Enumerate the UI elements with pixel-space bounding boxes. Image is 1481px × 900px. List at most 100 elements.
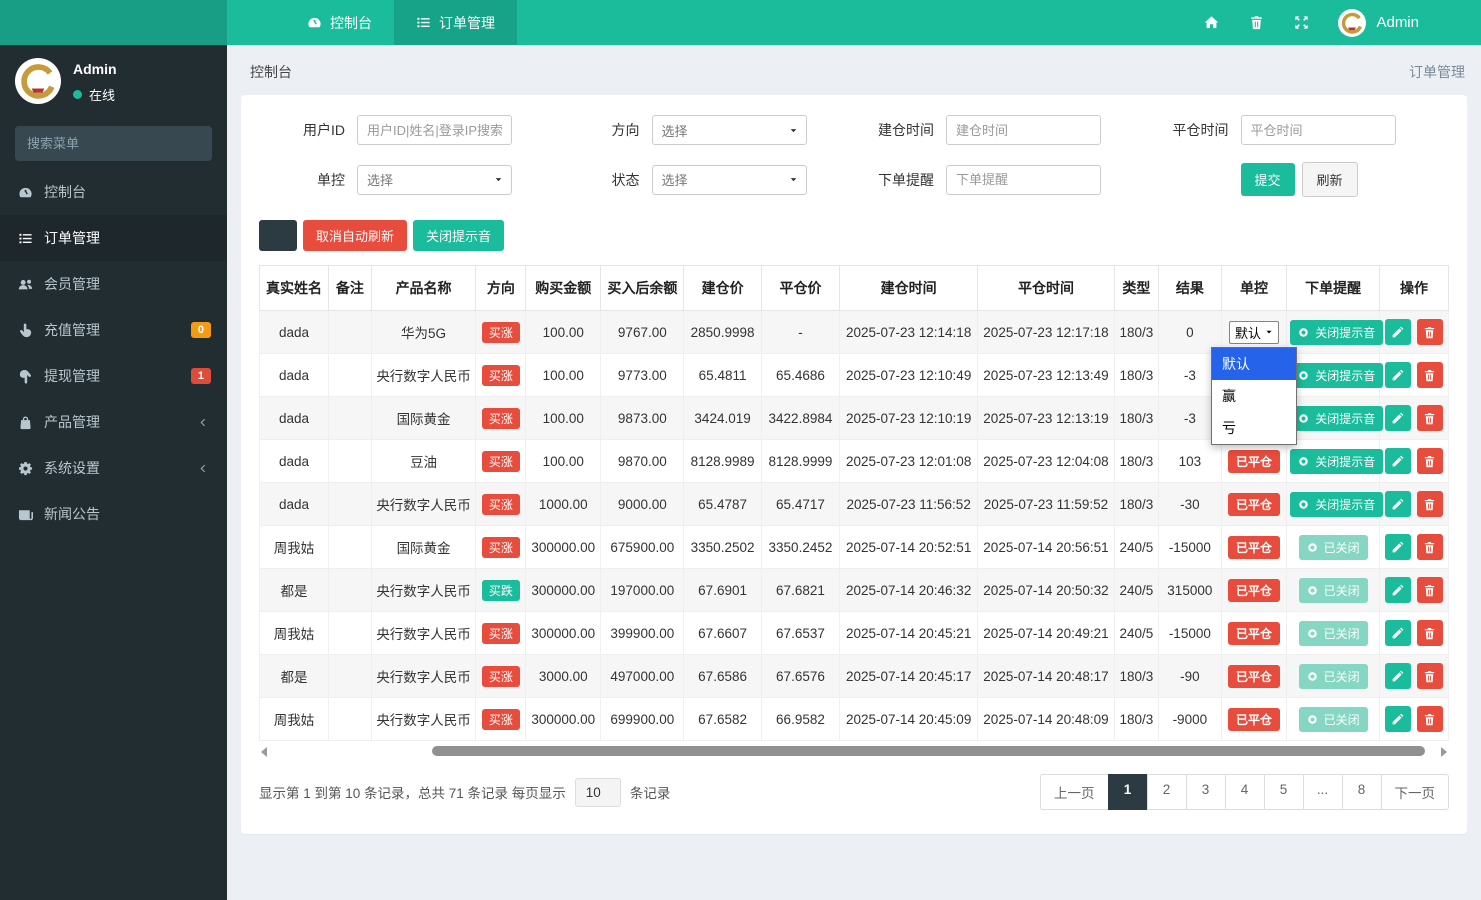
trash-button[interactable] — [1234, 15, 1279, 30]
user-avatar[interactable] — [1338, 9, 1366, 37]
navbar-username[interactable]: Admin — [1376, 14, 1419, 31]
reminder-button[interactable]: 关闭提示音 — [1290, 406, 1383, 431]
dropdown-option[interactable]: 亏 — [1212, 412, 1296, 444]
ring-icon — [1307, 585, 1318, 596]
home-button[interactable] — [1189, 15, 1234, 30]
filter-input[interactable] — [1241, 115, 1396, 145]
filter-select[interactable]: 选择 — [357, 165, 512, 195]
submit-button[interactable]: 提交 — [1241, 163, 1295, 196]
cell-amount: 100.00 — [526, 354, 601, 397]
reminder-button[interactable]: 已关闭 — [1299, 664, 1368, 689]
page-1[interactable]: 1 — [1108, 774, 1148, 810]
direction-badge: 买涨 — [482, 537, 520, 558]
navbar-tab[interactable]: 订单管理 — [394, 0, 517, 45]
breadcrumb[interactable]: 控制台 — [243, 62, 292, 82]
delete-button[interactable] — [1417, 491, 1443, 517]
dropdown-option[interactable]: 赢 — [1212, 380, 1296, 412]
navbar-tab[interactable]: 控制台 — [285, 0, 394, 45]
trash-icon — [1423, 670, 1436, 683]
sidebar-item-订单管理[interactable]: 订单管理 — [0, 215, 227, 261]
control-select[interactable]: 默认 — [1229, 321, 1279, 344]
delete-button[interactable] — [1417, 706, 1443, 732]
reminder-button[interactable]: 关闭提示音 — [1290, 492, 1383, 517]
sidebar-item-提现管理[interactable]: 提现管理1 — [0, 353, 227, 399]
page-5[interactable]: 5 — [1264, 774, 1304, 810]
edit-button[interactable] — [1385, 405, 1411, 431]
trash-icon — [1423, 584, 1436, 597]
page-prev[interactable]: 上一页 — [1040, 774, 1109, 810]
delete-button[interactable] — [1417, 534, 1443, 560]
page-size-select[interactable]: 10 — [575, 778, 621, 807]
page-next[interactable]: 下一页 — [1381, 774, 1450, 810]
navbar-tab-label: 控制台 — [330, 13, 372, 33]
delete-button[interactable] — [1417, 405, 1443, 431]
sidebar-item-充值管理[interactable]: 充值管理0 — [0, 307, 227, 353]
cell-open-time: 2025-07-23 12:14:18 — [840, 311, 978, 354]
edit-button[interactable] — [1385, 534, 1411, 560]
edit-button[interactable] — [1385, 620, 1411, 646]
delete-button[interactable] — [1417, 577, 1443, 603]
delete-button[interactable] — [1417, 620, 1443, 646]
cell-product-name: 央行数字人民币 — [371, 483, 476, 526]
edit-button[interactable] — [1385, 663, 1411, 689]
pencil-icon — [1391, 369, 1404, 382]
page-3[interactable]: 3 — [1186, 774, 1226, 810]
dropdown-option[interactable]: 默认 — [1212, 348, 1296, 380]
mute-sound-button[interactable]: 关闭提示音 — [413, 220, 504, 251]
reminder-button[interactable]: 关闭提示音 — [1290, 449, 1383, 474]
scroll-left-arrow[interactable] — [261, 747, 267, 757]
page-8[interactable]: 8 — [1342, 774, 1382, 810]
sidebar-item-控制台[interactable]: 控制台 — [0, 169, 227, 215]
cell-product-name: 豆油 — [371, 440, 476, 483]
edit-button[interactable] — [1385, 362, 1411, 388]
reminder-button[interactable]: 已关闭 — [1299, 707, 1368, 732]
cell-open-time: 2025-07-14 20:52:51 — [840, 526, 978, 569]
caret-down-icon — [789, 126, 798, 135]
page-2[interactable]: 2 — [1147, 774, 1187, 810]
delete-button[interactable] — [1417, 319, 1443, 345]
cell-control: 已平仓 — [1221, 612, 1286, 655]
closed-badge: 已平仓 — [1228, 579, 1280, 602]
scrollbar-thumb[interactable] — [432, 746, 1426, 756]
reminder-button[interactable]: 关闭提示音 — [1290, 363, 1383, 388]
edit-button[interactable] — [1385, 706, 1411, 732]
page-4[interactable]: 4 — [1225, 774, 1265, 810]
trash-icon — [1423, 455, 1436, 468]
filter-input[interactable] — [946, 165, 1101, 195]
filter-input[interactable] — [357, 115, 512, 145]
expand-button[interactable] — [1279, 15, 1324, 30]
edit-button[interactable] — [1385, 577, 1411, 603]
bag-icon — [16, 415, 34, 430]
edit-button[interactable] — [1385, 319, 1411, 345]
reminder-button[interactable]: 已关闭 — [1299, 578, 1368, 603]
edit-button[interactable] — [1385, 491, 1411, 517]
reminder-button[interactable]: 关闭提示音 — [1290, 320, 1383, 345]
delete-button[interactable] — [1417, 362, 1443, 388]
filter-refresh-button[interactable]: 刷新 — [1302, 162, 1358, 197]
horizontal-scrollbar[interactable] — [259, 744, 1449, 759]
sidebar-item-会员管理[interactable]: 会员管理 — [0, 261, 227, 307]
refresh-button[interactable] — [259, 220, 297, 251]
edit-button[interactable] — [1385, 448, 1411, 474]
reminder-button[interactable]: 已关闭 — [1299, 621, 1368, 646]
column-header: 结果 — [1158, 266, 1221, 311]
cell-remark — [328, 569, 371, 612]
cancel-auto-refresh-button[interactable]: 取消自动刷新 — [303, 220, 407, 251]
delete-button[interactable] — [1417, 663, 1443, 689]
navbar-spacer — [517, 0, 1189, 45]
hamburger-button[interactable] — [227, 0, 263, 45]
cell-open-time: 2025-07-14 20:45:17 — [840, 655, 978, 698]
filter-select[interactable]: 选择 — [652, 165, 807, 195]
filter-select[interactable]: 选择 — [652, 115, 807, 145]
sidebar-item-系统设置[interactable]: 系统设置 — [0, 445, 227, 491]
sidebar-item-产品管理[interactable]: 产品管理 — [0, 399, 227, 445]
reminder-button[interactable]: 已关闭 — [1299, 535, 1368, 560]
page-ellipsis[interactable]: ... — [1303, 774, 1343, 810]
sidebar-item-新闻公告[interactable]: 新闻公告 — [0, 491, 227, 537]
cell-control: 已平仓 — [1221, 440, 1286, 483]
scroll-right-arrow[interactable] — [1441, 747, 1447, 757]
sidebar-search-input[interactable] — [15, 126, 215, 161]
cell-open-time: 2025-07-23 11:56:52 — [840, 483, 978, 526]
delete-button[interactable] — [1417, 448, 1443, 474]
filter-input[interactable] — [946, 115, 1101, 145]
